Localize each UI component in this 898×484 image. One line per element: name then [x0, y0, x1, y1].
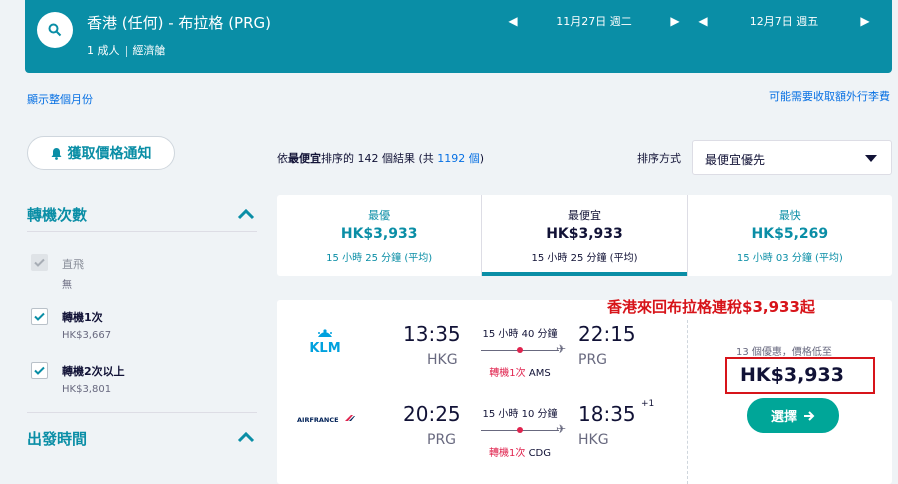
cabin-class: 經濟艙: [132, 44, 166, 57]
prev-return-date-button[interactable]: ◀: [697, 14, 709, 28]
passenger-cabin-info[interactable]: 1 成人 經濟艙: [87, 42, 166, 58]
extra-baggage-fees-link[interactable]: 可能需要收取額外行李費: [769, 88, 890, 104]
chevron-up-icon[interactable]: [237, 431, 255, 443]
one-stop-label: 轉機1次: [62, 311, 103, 324]
inbound-duration: 15 小時 10 分鐘: [482, 409, 558, 420]
result-price: HK$3,933: [740, 364, 844, 386]
svg-text:KLM: KLM: [309, 341, 340, 354]
stop-dot: [517, 347, 523, 353]
outbound-arrive-code: PRG: [578, 352, 608, 368]
results-count: 依最便宜排序的 142 個結果 (共 1192 個): [277, 152, 485, 165]
svg-text:AIRFRANCE: AIRFRANCE: [297, 416, 339, 424]
outbound-stops: 轉機1次 AMS: [489, 368, 551, 379]
promo-annotation: 香港來回布拉格連稅$3,933起: [607, 298, 815, 316]
tab-best[interactable]: 最優 HK$3,933 15 小時 25 分鐘 (平均): [277, 195, 481, 276]
tab-fastest[interactable]: 最快 HK$5,269 15 小時 03 分鐘 (平均): [686, 195, 892, 276]
search-summary-bar: 香港 (任何) - 布拉格 (PRG) 1 成人 經濟艙 ◀ 11月27日 週二 …: [25, 0, 892, 73]
one-stop-price: HK$3,667: [62, 330, 112, 341]
bell-icon: [51, 147, 61, 160]
inbound-arrive-time: 18:35: [578, 402, 636, 426]
price-alert-label: 獲取價格通知: [67, 146, 152, 162]
deals-count: 13 個優惠，價格低至: [736, 347, 832, 358]
outbound-depart-code: HKG: [427, 352, 458, 368]
arrow-right-icon: [804, 410, 815, 421]
price-alert-button[interactable]: 獲取價格通知: [27, 136, 175, 170]
two-plus-stops-checkbox[interactable]: [31, 362, 48, 379]
depart-date-nav: ◀ 11月27日 週二 ▶: [507, 13, 681, 29]
sort-select[interactable]: 最便宜優先: [692, 140, 892, 175]
chevron-up-icon[interactable]: [237, 208, 255, 220]
sort-value: 最便宜優先: [705, 153, 766, 167]
plane-icon: ✈: [556, 342, 567, 356]
inbound-depart-time: 20:25: [403, 402, 461, 426]
stops-filter-title[interactable]: 轉機次數: [27, 204, 87, 225]
plane-icon: ✈: [556, 422, 567, 436]
search-button[interactable]: [37, 12, 73, 48]
return-date-nav: ◀ 12月7日 週五 ▶: [697, 13, 871, 29]
next-depart-date-button[interactable]: ▶: [669, 14, 681, 28]
klm-logo: KLM: [309, 329, 341, 354]
show-whole-month-link[interactable]: 顯示整個月份: [27, 91, 93, 107]
inbound-depart-code: PRG: [427, 432, 457, 448]
route-title[interactable]: 香港 (任何) - 布拉格 (PRG): [87, 12, 271, 33]
check-icon: [34, 366, 45, 375]
direct-label: 直飛: [62, 258, 84, 271]
select-label: 選擇: [770, 410, 797, 425]
divider: [687, 320, 688, 484]
passenger-count: 1 成人: [87, 44, 120, 57]
check-icon: [34, 312, 45, 321]
day-offset: +1: [641, 399, 655, 409]
prev-depart-date-button[interactable]: ◀: [507, 14, 519, 28]
check-icon: [34, 258, 45, 267]
divider: [125, 45, 127, 57]
flight-result-card[interactable]: KLM 13:35 HKG 15 小時 40 分鐘 ✈ 轉機1次 AMS 22:…: [277, 300, 892, 484]
direct-price: 無: [62, 280, 72, 291]
divider: [27, 231, 257, 232]
inbound-stops: 轉機1次 CDG: [489, 448, 551, 459]
direct-checkbox[interactable]: [31, 254, 48, 271]
two-plus-stops-price: HK$3,801: [62, 384, 112, 395]
search-icon: [48, 23, 62, 37]
outbound-depart-time: 13:35: [403, 322, 461, 346]
select-button[interactable]: 選擇: [747, 398, 839, 433]
departure-time-filter-title[interactable]: 出發時間: [27, 428, 87, 449]
tab-cheapest[interactable]: 最便宜 HK$3,933 15 小時 25 分鐘 (平均): [481, 195, 687, 276]
airfrance-logo: AIRFRANCE: [297, 415, 355, 424]
total-results-link[interactable]: 1192 個: [437, 152, 480, 165]
one-stop-checkbox[interactable]: [31, 308, 48, 325]
inbound-arrive-code: HKG: [578, 432, 609, 448]
two-plus-stops-label: 轉機2次以上: [62, 365, 125, 378]
divider: [27, 412, 257, 413]
sort-tabs: 最優 HK$3,933 15 小時 25 分鐘 (平均) 最便宜 HK$3,93…: [277, 195, 892, 276]
sort-label: 排序方式: [637, 152, 681, 165]
caret-down-icon: [865, 155, 877, 162]
depart-date[interactable]: 11月27日 週二: [519, 13, 669, 29]
outbound-arrive-time: 22:15: [578, 322, 636, 346]
next-return-date-button[interactable]: ▶: [859, 14, 871, 28]
outbound-duration: 15 小時 40 分鐘: [482, 329, 558, 340]
return-date[interactable]: 12月7日 週五: [709, 13, 859, 29]
stop-dot: [517, 427, 523, 433]
